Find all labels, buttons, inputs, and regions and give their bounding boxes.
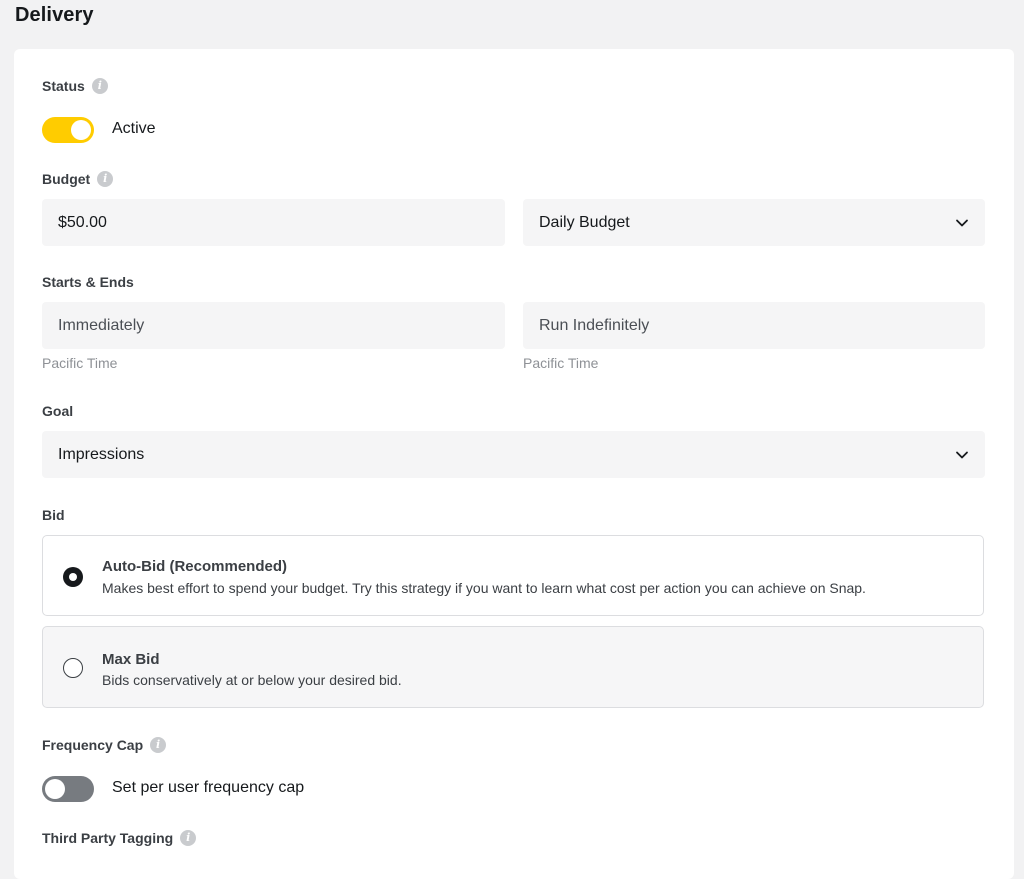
frequency-cap-toggle-text: Set per user frequency cap [112,779,305,796]
info-icon[interactable]: i [97,171,114,187]
bid-option-title: Auto-Bid (Recommended) [102,558,287,575]
page-title: Delivery [15,4,94,26]
bid-option-description: Makes best effort to spend your budget. … [102,580,866,596]
status-label-text: Status [42,78,85,94]
end-date-input[interactable]: Run Indefinitely [523,302,985,349]
info-icon[interactable]: i [180,830,197,846]
bid-option-description: Bids conservatively at or below your des… [102,672,402,688]
status-toggle[interactable] [42,117,94,143]
third-party-tagging-label-text: Third Party Tagging [42,830,174,846]
frequency-cap-label-text: Frequency Cap [42,737,144,753]
budget-type-select[interactable]: Daily Budget [523,199,985,246]
end-timezone-hint: Pacific Time [523,355,599,371]
start-timezone-hint: Pacific Time [42,355,118,371]
start-date-input[interactable]: Immediately [42,302,505,349]
frequency-cap-label: Frequency Cap i [42,737,167,753]
status-label: Status i [42,78,108,94]
schedule-label: Starts & Ends [42,274,134,290]
budget-label-text: Budget [42,171,91,187]
start-date-value: Immediately [58,316,145,334]
goal-label-text: Goal [42,403,74,419]
goal-select[interactable]: Impressions [42,431,985,478]
toggle-knob [71,120,91,140]
bid-label: Bid [42,507,65,523]
info-icon[interactable]: i [91,78,108,94]
goal-label: Goal [42,403,73,419]
budget-type-value: Daily Budget [539,213,630,231]
budget-label: Budget i [42,171,114,187]
budget-amount-input[interactable]: $50.00 [42,199,505,246]
radio-button-checked[interactable] [63,567,83,587]
bid-option-max[interactable]: Max Bid Bids conservatively at or below … [42,626,984,708]
bid-label-text: Bid [42,507,65,523]
budget-amount-value: $50.00 [58,213,107,231]
chevron-down-icon [955,448,969,462]
frequency-cap-toggle[interactable] [42,776,94,802]
end-date-value: Run Indefinitely [539,316,650,334]
bid-option-auto[interactable]: Auto-Bid (Recommended) Makes best effort… [42,535,984,616]
third-party-tagging-label: Third Party Tagging i [42,830,197,846]
schedule-label-text: Starts & Ends [42,274,134,290]
bid-option-title: Max Bid [102,651,160,668]
radio-button-unchecked[interactable] [63,658,83,678]
toggle-knob [45,779,65,799]
info-icon[interactable]: i [150,737,167,753]
status-value: Active [112,120,156,137]
goal-value: Impressions [58,445,145,463]
chevron-down-icon [955,216,969,230]
